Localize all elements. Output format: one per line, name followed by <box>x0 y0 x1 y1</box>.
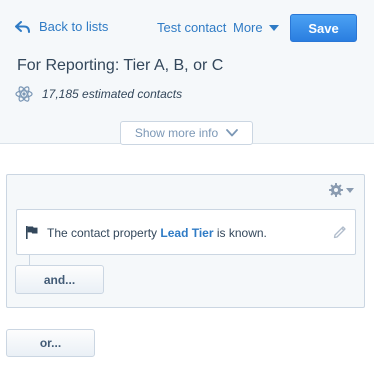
more-menu-label: More <box>233 20 263 35</box>
back-to-lists-label: Back to lists <box>39 19 109 34</box>
caret-down-icon <box>268 24 279 31</box>
gear-icon <box>329 183 343 197</box>
back-arrow-icon <box>15 20 30 33</box>
back-to-lists-link[interactable]: Back to lists <box>15 19 108 34</box>
filter-condition-prefix: The contact property <box>47 226 161 240</box>
add-and-filter-button[interactable]: and... <box>15 265 104 294</box>
filter-condition-suffix: is known. <box>213 226 267 240</box>
test-contact-link[interactable]: Test contact <box>157 20 226 35</box>
save-button[interactable]: Save <box>290 14 357 42</box>
show-more-info-label: Show more info <box>134 126 219 140</box>
list-title: For Reporting: Tier A, B, or C <box>17 57 224 74</box>
list-header: Back to lists Test contact More Save For… <box>0 0 374 145</box>
filter-group: The contact property Lead Tier is known.… <box>6 174 365 308</box>
header-toolbar: Back to lists Test contact More Save <box>0 0 374 56</box>
show-more-info-button[interactable]: Show more info <box>120 121 253 145</box>
filter-condition[interactable]: The contact property Lead Tier is known. <box>16 209 356 255</box>
filter-condition-property[interactable]: Lead Tier <box>160 226 213 240</box>
flag-icon <box>26 226 38 239</box>
chevron-down-icon <box>226 129 239 137</box>
pencil-icon[interactable] <box>333 225 347 239</box>
add-or-filter-button[interactable]: or... <box>6 329 95 357</box>
estimated-contacts: 17,185 estimated contacts <box>15 85 182 103</box>
filter-condition-text: The contact property Lead Tier is known. <box>47 226 267 240</box>
atom-icon <box>15 86 33 102</box>
caret-down-icon <box>346 187 354 193</box>
more-menu-button[interactable]: More <box>233 20 279 35</box>
filter-group-settings-menu[interactable] <box>329 183 354 197</box>
estimated-contacts-text: 17,185 estimated contacts <box>42 87 183 101</box>
